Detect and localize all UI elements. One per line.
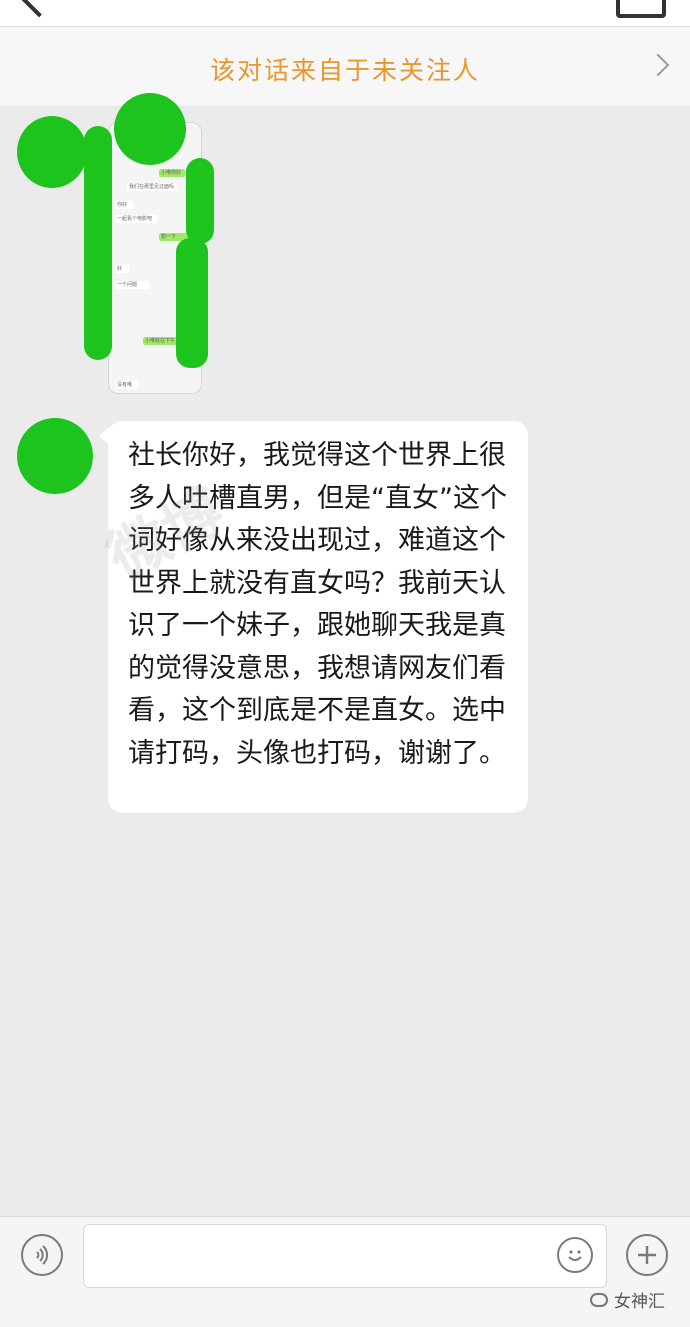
bubble-tail: [99, 427, 109, 445]
emoji-button[interactable]: [557, 1237, 593, 1273]
voice-icon: [36, 1245, 49, 1265]
screenshot-line: 我们在那里见过面吗: [127, 183, 177, 191]
screenshot-line: 好: [115, 265, 129, 273]
avatar[interactable]: [17, 418, 93, 494]
top-navigation-bar: [0, 0, 690, 27]
more-options-button[interactable]: [626, 1234, 668, 1276]
notice-text: 该对话来自于未关注人: [209, 56, 480, 85]
screenshot-line: 你好: [115, 201, 133, 209]
screenshot-line: 一起看个电影吧: [115, 215, 157, 223]
screenshot-line: 一个问题: [115, 281, 149, 289]
profile-icon[interactable]: [616, 0, 666, 18]
avatar[interactable]: [17, 116, 87, 188]
brand-watermark: 女神汇: [590, 1287, 665, 1312]
unfollowed-notice-bar[interactable]: 该对话来自于未关注人: [0, 27, 690, 107]
screenshot-line: 小唯你好: [159, 169, 185, 177]
smiley-icon: [568, 1250, 582, 1261]
brand-label: 女神汇: [614, 1292, 665, 1312]
censor-scribble: [84, 126, 112, 360]
censor-scribble: [176, 238, 208, 368]
plus-icon: [638, 1246, 656, 1264]
chat-input-bar: 女神汇: [0, 1216, 690, 1327]
message-input[interactable]: [83, 1224, 607, 1288]
screenshot-line: 没有哦: [115, 381, 139, 389]
wechat-icon: [590, 1292, 608, 1307]
censor-scribble: [114, 93, 186, 165]
voice-input-button[interactable]: [21, 1234, 63, 1276]
back-arrow-icon[interactable]: [20, 0, 58, 18]
censor-scribble: [186, 158, 214, 244]
